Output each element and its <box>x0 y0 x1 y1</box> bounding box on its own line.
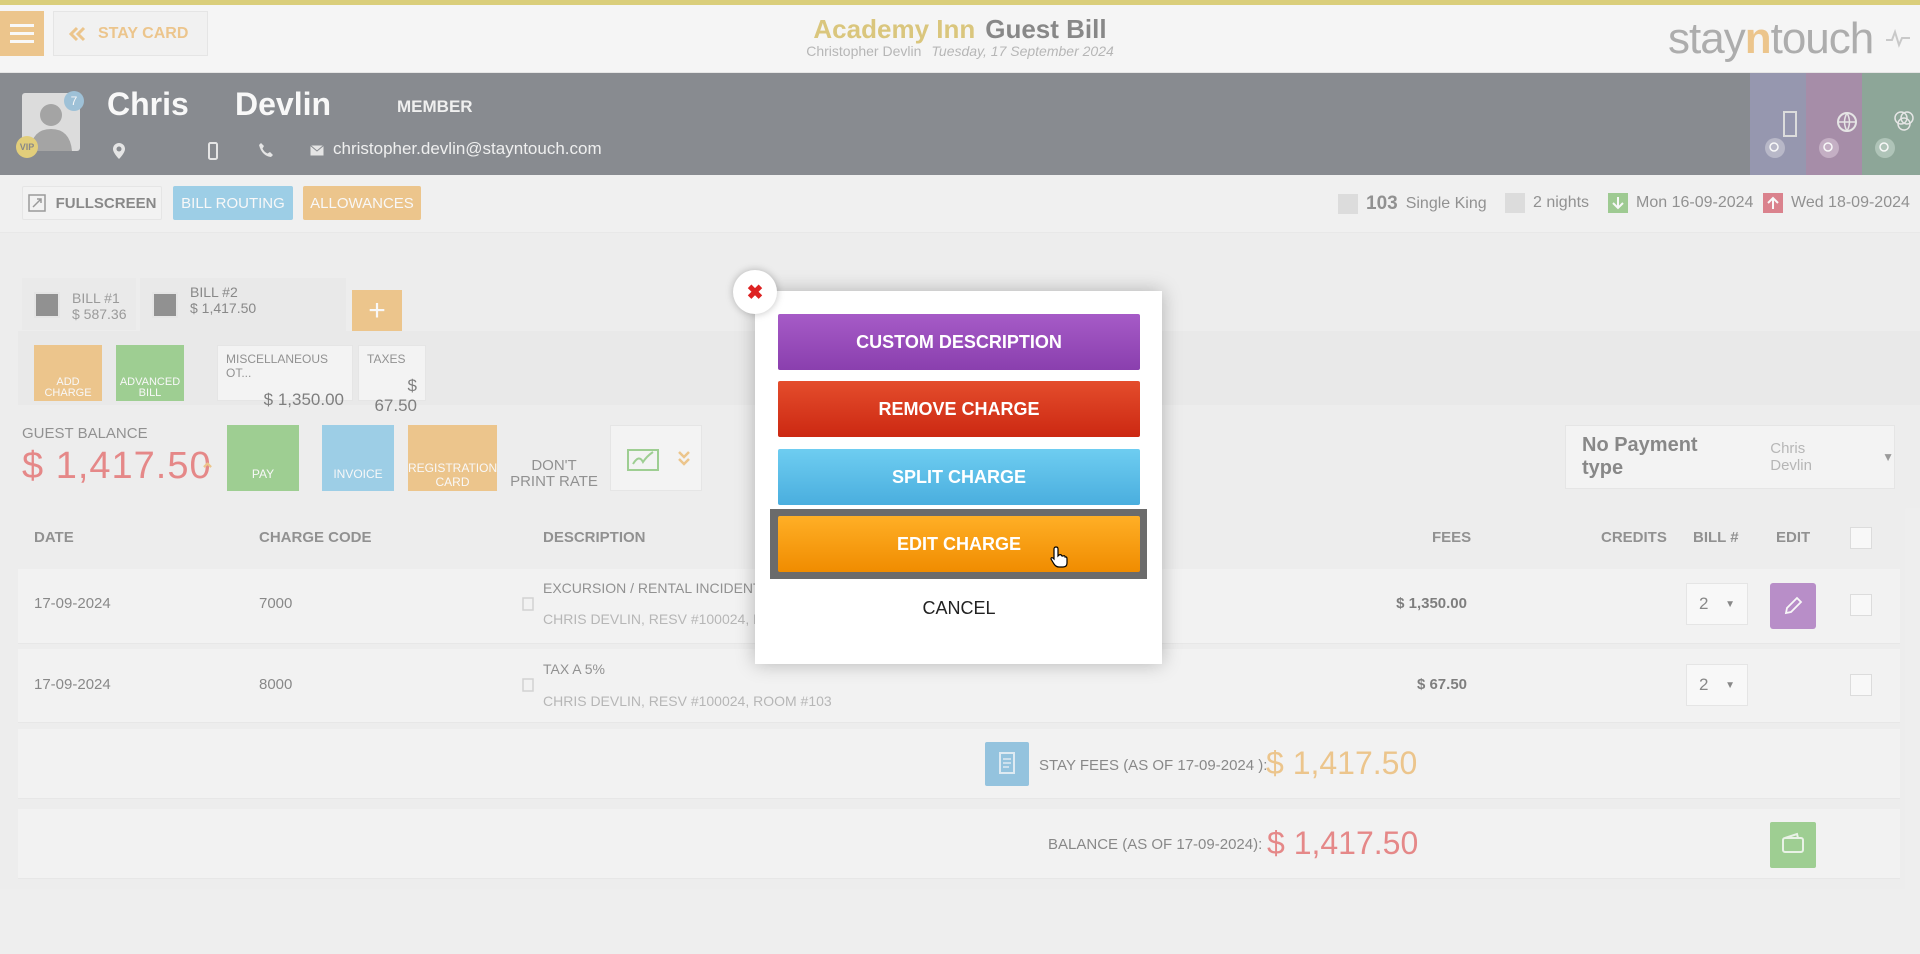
hand-cursor-icon <box>1050 546 1068 568</box>
remove-charge-button[interactable]: REMOVE CHARGE <box>778 381 1140 437</box>
cancel-button[interactable]: CANCEL <box>778 598 1140 619</box>
custom-description-button[interactable]: CUSTOM DESCRIPTION <box>778 314 1140 370</box>
split-charge-button[interactable]: SPLIT CHARGE <box>778 449 1140 505</box>
close-icon[interactable]: ✖ <box>733 270 777 314</box>
edit-charge-button[interactable]: EDIT CHARGE <box>778 516 1140 572</box>
